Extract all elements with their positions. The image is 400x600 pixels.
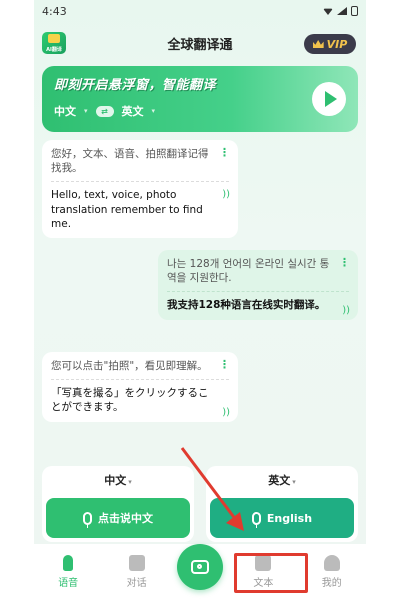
speak-chinese-label: 点击说中文 <box>98 512 153 525</box>
microphone-icon <box>251 511 261 528</box>
banner-source-lang[interactable]: 中文 <box>54 103 76 119</box>
more-icon[interactable]: ⋮ <box>219 146 230 161</box>
battery-icon <box>351 6 358 16</box>
nav-item-dialog[interactable]: 对话 <box>109 555 165 589</box>
left-language-card: 中文 ▾ 点击说中文 <box>42 466 194 542</box>
message-translation-text: Hello, text, voice, photo translation re… <box>51 181 229 231</box>
note-icon <box>48 34 60 43</box>
banner-title: 即刻开启悬浮窗，智能翻译 <box>54 78 217 93</box>
message-translation-text: 「写真を撮る」をクリックすることができます。 <box>51 379 229 414</box>
banner-target-lang[interactable]: 英文 <box>122 103 144 119</box>
speak-english-button[interactable]: English <box>210 498 354 538</box>
message-source-text: 您好，文本、语音、拍照翻译记得找我。 <box>51 148 209 175</box>
message-translation-text: 我支持128种语言在线实时翻译。 <box>167 291 349 312</box>
speak-chinese-button[interactable]: 点击说中文 <box>46 498 190 538</box>
chevron-down-icon: ▾ <box>128 478 132 486</box>
floating-window-banner[interactable]: 即刻开启悬浮窗，智能翻译 中文 ▾ ⇄ 英文 ▾ <box>42 66 358 132</box>
nav-item-label: 语音 <box>58 578 79 589</box>
nav-item-label: 对话 <box>126 578 147 589</box>
chat-bubble-left: ⋮ 您可以点击"拍照"，看见即理解。 「写真を撮る」をクリックすることができます… <box>42 352 238 422</box>
app-logo[interactable]: AI翻译 <box>42 32 66 54</box>
chat-bubble-right: ⋮ 나는 128개 언어의 온라인 실시간 통역을 지원한다. 我支持128种语… <box>158 250 358 320</box>
more-icon[interactable]: ⋮ <box>219 358 230 373</box>
app-header: AI翻译 全球翻译通 VIP <box>34 26 366 60</box>
banner-lang-pair: 中文 ▾ ⇄ 英文 ▾ <box>54 103 346 119</box>
bottom-nav: 语音 对话 文本 我的 <box>34 544 366 600</box>
camera-button[interactable] <box>176 544 223 590</box>
annotation-highlight-box <box>234 553 308 593</box>
play-icon <box>325 91 337 107</box>
right-language-selector[interactable]: 英文 ▾ <box>206 472 358 488</box>
speaker-icon[interactable]: )) <box>222 406 230 420</box>
signal-icon <box>337 7 347 15</box>
speak-english-label: English <box>266 511 313 525</box>
microphone-icon <box>63 555 74 571</box>
vip-label: VIP <box>326 37 348 51</box>
message-source-text: 您可以点击"拍照"，看见即理解。 <box>51 360 208 372</box>
chevron-down-icon: ▾ <box>84 107 88 115</box>
chat-icon <box>128 555 145 571</box>
user-icon <box>323 555 340 571</box>
nav-item-profile[interactable]: 我的 <box>304 555 360 589</box>
message-source-text: 나는 128개 언어의 온라인 실시간 통역을 지원한다. <box>167 258 330 285</box>
swap-icon[interactable]: ⇄ <box>95 105 114 117</box>
status-icons <box>323 6 358 16</box>
status-time: 4:43 <box>42 4 67 18</box>
right-language-card: 英文 ▾ English <box>206 466 358 542</box>
phone-screen: 4:43 AI翻译 全球翻译通 VIP 即刻开启悬浮窗，智能翻译 中文 ▾ ⇄ … <box>34 0 366 600</box>
microphone-icon <box>83 511 92 528</box>
nav-item-voice[interactable]: 语音 <box>40 555 96 589</box>
play-button[interactable] <box>312 82 346 116</box>
app-title: 全球翻译通 <box>167 37 233 53</box>
chat-bubble-left: ⋮ 您好，文本、语音、拍照翻译记得找我。 Hello, text, voice,… <box>42 140 238 238</box>
speaker-icon[interactable]: )) <box>222 188 230 202</box>
status-bar: 4:43 <box>34 0 366 22</box>
record-panel: 中文 ▾ 点击说中文 英文 ▾ English <box>42 466 358 544</box>
more-icon[interactable]: ⋮ <box>339 256 350 271</box>
crown-icon <box>312 40 324 48</box>
wifi-icon <box>323 8 333 15</box>
app-logo-label: AI翻译 <box>46 47 62 53</box>
chevron-down-icon: ▾ <box>151 107 156 115</box>
right-language-label: 英文 <box>268 474 291 487</box>
left-language-selector[interactable]: 中文 ▾ <box>42 472 194 488</box>
left-language-label: 中文 <box>104 474 127 487</box>
nav-item-label: 我的 <box>321 578 342 589</box>
vip-button[interactable]: VIP <box>304 34 356 54</box>
chevron-down-icon: ▾ <box>292 478 296 486</box>
speaker-icon[interactable]: )) <box>342 304 350 318</box>
camera-icon <box>190 560 209 574</box>
